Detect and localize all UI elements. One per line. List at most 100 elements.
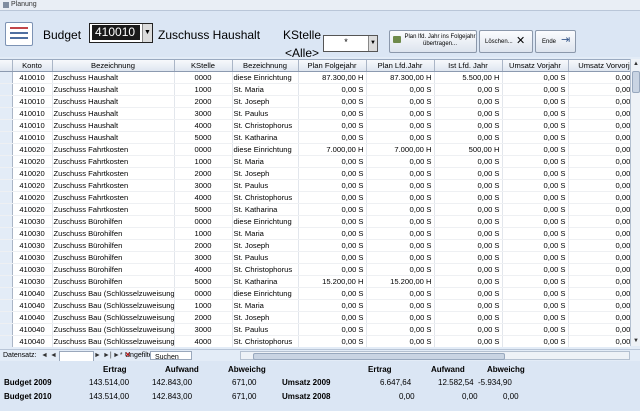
scroll-thumb[interactable] (632, 71, 640, 93)
table-row[interactable]: 410010 Zuschuss Haushalt 5000 St. Katharina… (0, 131, 630, 144)
cell-umsatz-vorvorjahr[interactable]: 0,00 S (568, 191, 630, 204)
search-input[interactable]: Suchen (150, 351, 192, 361)
cell-bezeichnung[interactable]: Zuschuss Fahrtkosten (52, 191, 175, 204)
cell-plan-folgejahr[interactable]: 0,00 S (298, 311, 367, 324)
cell-plan-lfd-jahr[interactable]: 0,00 S (366, 335, 435, 347)
cell-bezeichnung[interactable]: Zuschuss Bürohilfen (52, 215, 175, 228)
cell-umsatz-vorvorjahr[interactable]: 0,00 S (568, 323, 630, 336)
cell-plan-folgejahr[interactable]: 0,00 S (298, 131, 367, 144)
cell-kstelle[interactable]: 5000 (174, 275, 233, 288)
cell-umsatz-vorvorjahr[interactable]: 0,00 S (568, 335, 630, 347)
row-selector[interactable] (0, 179, 13, 192)
table-row[interactable]: 410040 Zuschuss Bau (Schlüsselzuweisung 00… (0, 287, 630, 300)
col-header-bezeichnung[interactable]: Bezeichnung (52, 60, 175, 72)
first-record-icon[interactable]: ◄ (41, 350, 48, 361)
cell-plan-folgejahr[interactable]: 0,00 S (298, 251, 367, 264)
cell-plan-lfd-jahr[interactable]: 0,00 S (366, 215, 435, 228)
cell-kstelle-bezeichnung[interactable]: St. Christophorus (232, 335, 299, 347)
cell-plan-lfd-jahr[interactable]: 0,00 S (366, 95, 435, 108)
cell-kstelle-bezeichnung[interactable]: St. Paulus (232, 107, 299, 120)
cell-ist-lfd-jahr[interactable]: 0,00 S (434, 167, 503, 180)
table-row[interactable]: 410030 Zuschuss Bürohilfen 2000 St. Joseph 0… (0, 239, 630, 252)
row-selector[interactable] (0, 191, 13, 204)
cell-umsatz-vorvorjahr[interactable]: 0,00 S (568, 287, 630, 300)
cell-ist-lfd-jahr[interactable]: 0,00 S (434, 119, 503, 132)
cell-plan-folgejahr[interactable]: 0,00 S (298, 167, 367, 180)
delete-button[interactable]: Löschen... ✕ (479, 30, 533, 53)
cell-plan-lfd-jahr[interactable]: 0,00 S (366, 263, 435, 276)
next-record-icon[interactable]: ► (94, 350, 101, 361)
cell-plan-folgejahr[interactable]: 0,00 S (298, 179, 367, 192)
cell-plan-lfd-jahr[interactable]: 0,00 S (366, 179, 435, 192)
table-row[interactable]: 410040 Zuschuss Bau (Schlüsselzuweisung 10… (0, 299, 630, 312)
cell-kstelle-bezeichnung[interactable]: St. Christophorus (232, 191, 299, 204)
cell-umsatz-vorvorjahr[interactable]: 0,00 S (568, 71, 630, 84)
table-row[interactable]: 410030 Zuschuss Bürohilfen 5000 St. Kathari… (0, 275, 630, 288)
cell-plan-lfd-jahr[interactable]: 0,00 S (366, 119, 435, 132)
cell-ist-lfd-jahr[interactable]: 0,00 S (434, 203, 503, 216)
cell-kstelle[interactable]: 5000 (174, 131, 233, 144)
cell-bezeichnung[interactable]: Zuschuss Haushalt (52, 83, 175, 96)
cell-bezeichnung[interactable]: Zuschuss Bau (Schlüsselzuweisung (52, 323, 175, 336)
cell-ist-lfd-jahr[interactable]: 500,00 H (434, 143, 503, 156)
cell-konto[interactable]: 410040 (12, 335, 53, 347)
cell-umsatz-vorjahr[interactable]: 0,00 S (502, 131, 569, 144)
chevron-down-icon[interactable]: ▼ (368, 36, 377, 51)
cell-umsatz-vorjahr[interactable]: 0,00 S (502, 71, 569, 84)
cell-ist-lfd-jahr[interactable]: 0,00 S (434, 131, 503, 144)
cell-bezeichnung[interactable]: Zuschuss Bau (Schlüsselzuweisung (52, 299, 175, 312)
cell-bezeichnung[interactable]: Zuschuss Haushalt (52, 131, 175, 144)
cell-kstelle-bezeichnung[interactable]: St. Paulus (232, 323, 299, 336)
cell-bezeichnung[interactable]: Zuschuss Haushalt (52, 71, 175, 84)
cell-kstelle[interactable]: 2000 (174, 95, 233, 108)
cell-umsatz-vorvorjahr[interactable]: 0,00 S (568, 203, 630, 216)
cell-umsatz-vorjahr[interactable]: 0,00 S (502, 95, 569, 108)
cell-kstelle[interactable]: 4000 (174, 263, 233, 276)
cell-bezeichnung[interactable]: Zuschuss Haushalt (52, 107, 175, 120)
cell-bezeichnung[interactable]: Zuschuss Haushalt (52, 95, 175, 108)
row-selector[interactable] (0, 263, 13, 276)
table-row[interactable]: 410020 Zuschuss Fahrtkosten 3000 St. Paulus… (0, 179, 630, 192)
col-header-plan-folgejahr[interactable]: Plan Folgejahr (298, 60, 367, 72)
table-row[interactable]: 410040 Zuschuss Bau (Schlüsselzuweisung 20… (0, 311, 630, 324)
cell-konto[interactable]: 410020 (12, 179, 53, 192)
row-selector[interactable] (0, 239, 13, 252)
table-row[interactable]: 410030 Zuschuss Bürohilfen 3000 St. Paulus 0… (0, 251, 630, 264)
prev-record-icon[interactable]: ◄ (50, 350, 57, 361)
cell-umsatz-vorvorjahr[interactable]: 0,00 S (568, 239, 630, 252)
cell-ist-lfd-jahr[interactable]: 0,00 S (434, 275, 503, 288)
scroll-down-icon[interactable]: ▼ (631, 336, 640, 346)
cell-kstelle[interactable]: 0000 (174, 71, 233, 84)
col-header-umsatz-vorjahr[interactable]: Umsatz Vorjahr (502, 60, 569, 72)
cell-ist-lfd-jahr[interactable]: 0,00 S (434, 335, 503, 347)
cell-umsatz-vorjahr[interactable]: 0,00 S (502, 215, 569, 228)
cell-konto[interactable]: 410040 (12, 323, 53, 336)
row-selector[interactable] (0, 155, 13, 168)
cell-kstelle[interactable]: 4000 (174, 119, 233, 132)
cell-konto[interactable]: 410040 (12, 299, 53, 312)
row-selector[interactable] (0, 287, 13, 300)
col-header-kstelle[interactable]: KStelle (174, 60, 233, 72)
row-selector[interactable] (0, 251, 13, 264)
cell-kstelle-bezeichnung[interactable]: St. Katharina (232, 131, 299, 144)
row-selector[interactable] (0, 95, 13, 108)
cell-plan-lfd-jahr[interactable]: 0,00 S (366, 131, 435, 144)
cell-ist-lfd-jahr[interactable]: 0,00 S (434, 239, 503, 252)
cell-umsatz-vorjahr[interactable]: 0,00 S (502, 323, 569, 336)
cell-kstelle[interactable]: 5000 (174, 203, 233, 216)
cell-kstelle[interactable]: 2000 (174, 311, 233, 324)
cell-umsatz-vorvorjahr[interactable]: 0,00 S (568, 107, 630, 120)
cell-bezeichnung[interactable]: Zuschuss Haushalt (52, 119, 175, 132)
cell-ist-lfd-jahr[interactable]: 0,00 S (434, 323, 503, 336)
cell-bezeichnung[interactable]: Zuschuss Bürohilfen (52, 251, 175, 264)
cell-kstelle[interactable]: 2000 (174, 239, 233, 252)
row-selector[interactable] (0, 335, 13, 347)
cell-umsatz-vorjahr[interactable]: 0,00 S (502, 83, 569, 96)
cell-ist-lfd-jahr[interactable]: 0,00 S (434, 251, 503, 264)
row-selector-header[interactable] (0, 60, 13, 72)
cell-umsatz-vorvorjahr[interactable]: 0,00 S (568, 311, 630, 324)
cell-bezeichnung[interactable]: Zuschuss Bau (Schlüsselzuweisung (52, 287, 175, 300)
cell-plan-folgejahr[interactable]: 15.200,00 H (298, 275, 367, 288)
cell-umsatz-vorjahr[interactable]: 0,00 S (502, 227, 569, 240)
cell-kstelle-bezeichnung[interactable]: St. Katharina (232, 203, 299, 216)
